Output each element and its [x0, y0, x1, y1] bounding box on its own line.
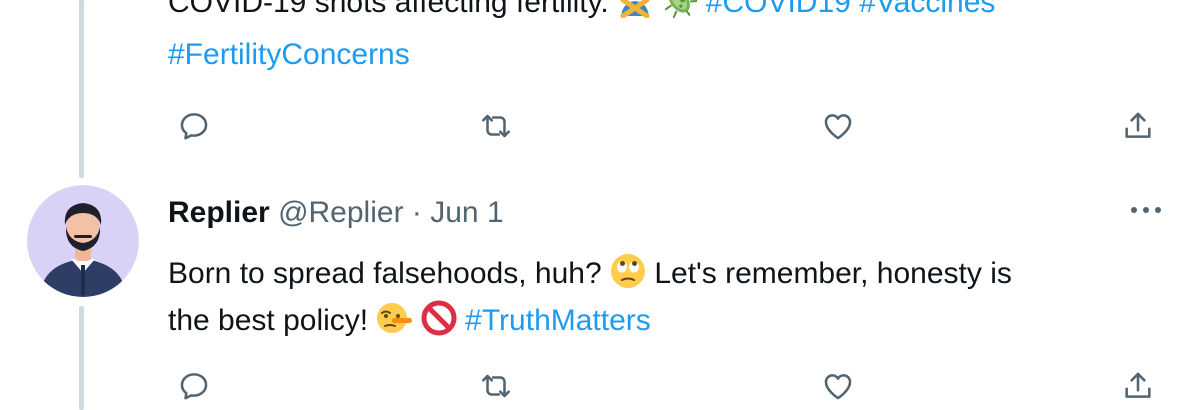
avatar[interactable] — [27, 185, 139, 297]
user-name[interactable]: Replier — [168, 196, 270, 229]
like-button[interactable] — [814, 102, 862, 150]
hashtag-link[interactable]: #TruthMatters — [465, 304, 651, 337]
share-button[interactable] — [1114, 102, 1162, 150]
microbe-emoji — [660, 0, 699, 32]
tweet-action-bar — [168, 102, 1168, 150]
tweet-date[interactable]: Jun 1 — [430, 196, 503, 229]
original-tweet-text: COVID-19 shots affecting fertility. — [168, 0, 609, 19]
like-button[interactable] — [814, 362, 862, 410]
more-icon — [1131, 207, 1161, 213]
reply-text-line-2: the best policy! #TruthMatters — [168, 298, 651, 350]
retweet-button[interactable] — [472, 102, 520, 150]
reply-header: Replier @Replier · Jun 1 — [168, 191, 504, 235]
reply-text: Born to spread falsehoods, huh? — [168, 257, 602, 290]
retweet-button[interactable] — [472, 362, 520, 410]
more-options-button[interactable] — [1124, 190, 1168, 230]
hashtag-link[interactable]: #FertilityConcerns — [168, 38, 410, 71]
reply-icon — [180, 373, 208, 400]
like-icon — [824, 114, 852, 140]
retweet-icon — [481, 114, 511, 138]
retweet-icon — [481, 374, 511, 398]
reply-button[interactable] — [170, 102, 218, 150]
reply-icon — [180, 113, 208, 140]
reply-text-line-1: Born to spread falsehoods, huh? Let's re… — [168, 251, 1012, 303]
face-with-rolling-eyes-emoji — [610, 253, 646, 303]
hashtag-link[interactable]: #Vaccines — [859, 0, 995, 19]
reply-button[interactable] — [170, 362, 218, 410]
lying-face-emoji — [376, 300, 413, 350]
user-handle[interactable]: @Replier — [278, 196, 404, 229]
share-icon — [1125, 112, 1151, 138]
original-tweet-line-2: #FertilityConcerns — [168, 32, 410, 78]
share-button[interactable] — [1114, 362, 1162, 410]
prohibited-emoji — [421, 300, 457, 350]
share-icon — [1125, 372, 1151, 398]
reply-text: the best policy! — [168, 304, 369, 337]
tweet-action-bar — [168, 362, 1168, 410]
thread-line — [79, 0, 84, 178]
original-tweet-line-1: COVID-19 shots affecting fertility. #COV… — [168, 0, 995, 32]
hashtag-link[interactable]: #COVID19 — [706, 0, 851, 19]
like-icon — [824, 374, 852, 400]
thread-line — [79, 306, 84, 410]
separator: · — [411, 196, 422, 229]
reply-text: Let's remember, honesty is — [654, 257, 1012, 290]
person-gesturing-no-emoji — [617, 0, 653, 32]
